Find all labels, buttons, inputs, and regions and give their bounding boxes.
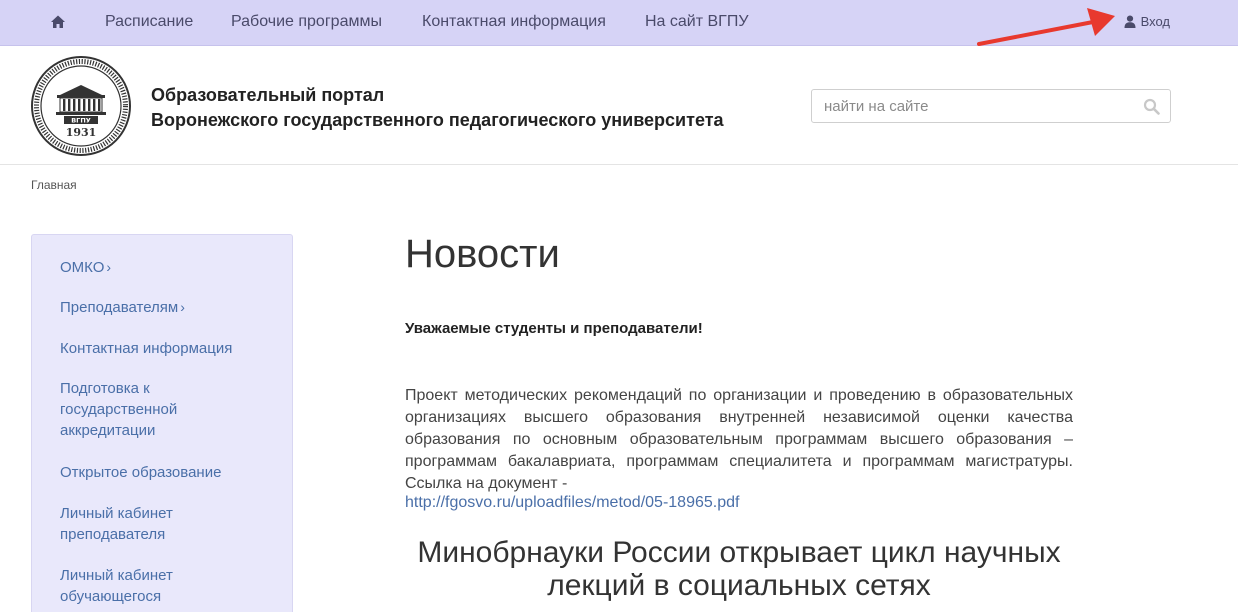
- login-label: Вход: [1140, 14, 1170, 29]
- sidebar-item-student-cabinet[interactable]: Личный кабинет обучающегося: [60, 565, 210, 607]
- sidebar-item-label: Личный кабинет преподавателя: [60, 505, 173, 543]
- sidebar-item-contacts[interactable]: Контактная информация: [60, 338, 270, 359]
- sidebar-item-accreditation[interactable]: Подготовка к государственной аккредитаци…: [60, 378, 210, 441]
- news-greeting: Уважаемые студенты и преподаватели!: [405, 320, 703, 337]
- login-button[interactable]: Вход: [1124, 14, 1170, 29]
- logo-year: 1931: [66, 126, 97, 139]
- university-logo[interactable]: ВГПУ 1931: [30, 55, 132, 157]
- sidebar-item-label: Личный кабинет обучающегося: [60, 567, 173, 605]
- search-box: [811, 89, 1171, 123]
- portal-title-line1: Образовательный портал: [151, 85, 385, 105]
- logo-abbr: ВГПУ: [71, 117, 91, 125]
- sidebar-item-label: ОМКО: [60, 259, 105, 276]
- nav-link-vgpu-site[interactable]: На сайт ВГПУ: [645, 13, 749, 31]
- search-input[interactable]: [812, 90, 1132, 122]
- sidebar-item-label: Преподавателям: [60, 299, 179, 316]
- nav-link-schedule[interactable]: Расписание: [105, 13, 193, 31]
- search-icon[interactable]: [1143, 98, 1160, 115]
- nav-link-contacts[interactable]: Контактная информация: [422, 13, 606, 31]
- chevron-right-icon: ›: [180, 299, 185, 315]
- sidebar-item-teachers[interactable]: Преподавателям ›: [60, 297, 270, 318]
- news-headline[interactable]: Минобрнауки России открывает цикл научны…: [405, 536, 1073, 602]
- top-navbar: Расписание Рабочие программы Контактная …: [0, 0, 1238, 46]
- sidebar-menu: ОМКО › Преподавателям › Контактная информа…: [31, 234, 293, 612]
- news-paragraph: Проект методических рекомендаций по орга…: [405, 387, 1073, 492]
- sidebar-item-label: Открытое образование: [60, 464, 222, 481]
- document-link[interactable]: http://fgosvo.ru/uploadfiles/metod/05-18…: [405, 494, 739, 512]
- sidebar-item-label: Подготовка к государственной аккредитаци…: [60, 380, 178, 439]
- page-title: Новости: [405, 232, 560, 276]
- portal-title-line2: Воронежского государственного педагогиче…: [151, 110, 724, 130]
- site-header: ВГПУ 1931 Образовательный портал Воронеж…: [0, 47, 1238, 165]
- sidebar-item-label: Контактная информация: [60, 340, 233, 357]
- home-icon[interactable]: [50, 14, 66, 30]
- sidebar-item-open-education[interactable]: Открытое образование: [60, 462, 270, 483]
- sidebar-item-omko[interactable]: ОМКО ›: [60, 257, 270, 278]
- breadcrumb[interactable]: Главная: [31, 178, 77, 192]
- user-icon: [1124, 15, 1136, 28]
- chevron-right-icon: ›: [106, 259, 112, 275]
- nav-link-work-programs[interactable]: Рабочие программы: [231, 13, 382, 31]
- sidebar-item-teacher-cabinet[interactable]: Личный кабинет преподавателя: [60, 503, 210, 545]
- portal-title: Образовательный портал Воронежского госу…: [151, 83, 724, 133]
